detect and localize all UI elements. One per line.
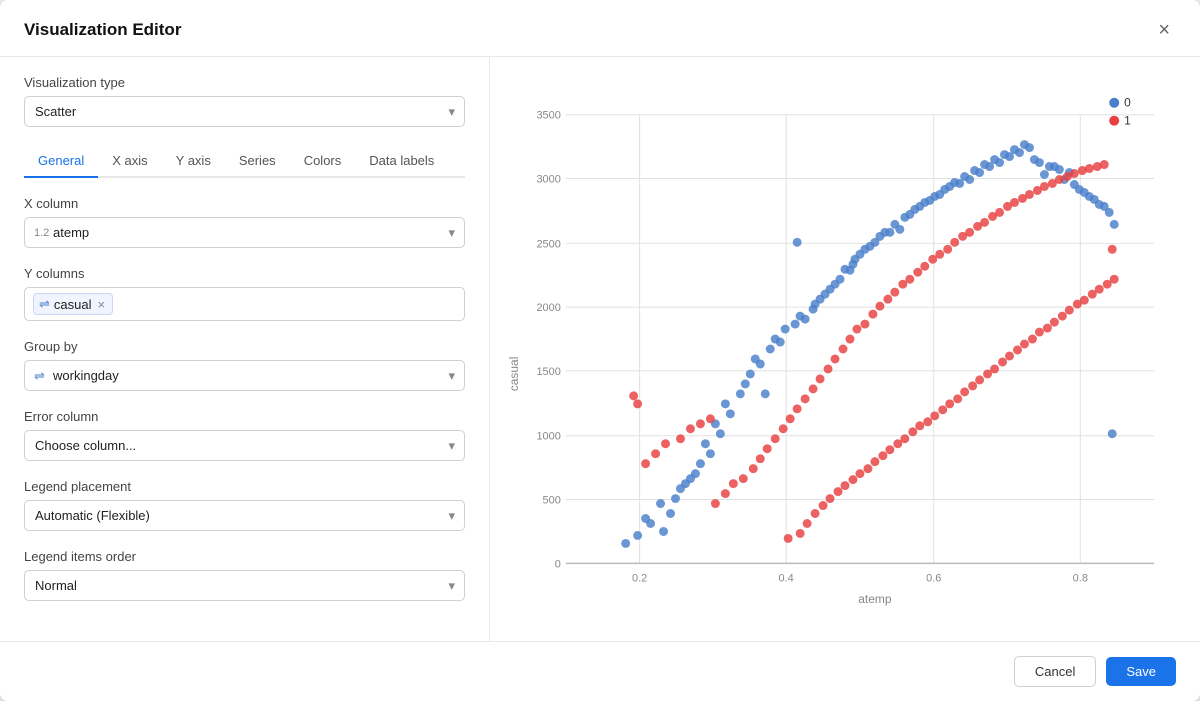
x-column-label: X column [24, 196, 465, 211]
svg-text:3000: 3000 [536, 173, 560, 185]
dialog-footer: Cancel Save [0, 641, 1200, 701]
save-button[interactable]: Save [1106, 657, 1176, 686]
svg-text:2000: 2000 [536, 302, 560, 314]
y-columns-label: Y columns [24, 266, 465, 281]
svg-text:2500: 2500 [536, 238, 560, 250]
error-column-select[interactable]: Choose column... [24, 430, 465, 461]
tab-colors[interactable]: Colors [290, 145, 356, 178]
svg-text:0: 0 [1124, 96, 1131, 110]
cancel-button[interactable]: Cancel [1014, 656, 1096, 687]
svg-text:casual: casual [507, 357, 521, 392]
y-columns-input[interactable]: ⇌ casual × [24, 287, 465, 321]
group-by-select[interactable]: workingday [24, 360, 465, 391]
x-column-row: atemp 1.2 ▾ [24, 217, 465, 248]
dialog-title: Visualization Editor [24, 20, 181, 40]
tabs-bar: General X axis Y axis Series Colors Data… [24, 145, 465, 178]
svg-text:1500: 1500 [536, 366, 560, 378]
visualization-editor-dialog: Visualization Editor × Visualization typ… [0, 0, 1200, 701]
legend-placement-row: Automatic (Flexible) ▾ [24, 500, 465, 531]
error-column-label: Error column [24, 409, 465, 424]
svg-text:1: 1 [1124, 114, 1131, 128]
tab-series[interactable]: Series [225, 145, 290, 178]
y-column-tag: ⇌ casual × [33, 293, 113, 315]
legend-placement-label: Legend placement [24, 479, 465, 494]
viz-type-select[interactable]: Scatter [24, 96, 465, 127]
error-column-row: Choose column... ▾ [24, 430, 465, 461]
group-by-row: workingday ⇌ ▾ [24, 360, 465, 391]
group-by-label: Group by [24, 339, 465, 354]
svg-text:3500: 3500 [536, 110, 560, 122]
tab-y-axis[interactable]: Y axis [162, 145, 225, 178]
dialog-body: Visualization type Scatter ▾ General X a… [0, 57, 1200, 641]
tab-x-axis[interactable]: X axis [98, 145, 161, 178]
tab-data-labels[interactable]: Data labels [355, 145, 448, 178]
chart-container: 0 1 casual atemp [506, 69, 1184, 629]
tag-label: casual [54, 297, 92, 312]
svg-text:500: 500 [543, 495, 561, 507]
left-panel: Visualization type Scatter ▾ General X a… [0, 57, 490, 641]
svg-text:1000: 1000 [536, 431, 560, 443]
svg-text:0.4: 0.4 [779, 572, 794, 584]
tag-remove-button[interactable]: × [97, 297, 105, 312]
svg-text:0: 0 [555, 558, 561, 570]
legend-order-row: Normal ▾ [24, 570, 465, 601]
right-panel: 0 1 casual atemp [490, 57, 1200, 641]
legend-order-label: Legend items order [24, 549, 465, 564]
svg-text:0.2: 0.2 [632, 572, 647, 584]
tag-type-icon: ⇌ [39, 296, 50, 312]
svg-text:0.6: 0.6 [926, 572, 941, 584]
viz-type-label: Visualization type [24, 75, 465, 90]
dialog-header: Visualization Editor × [0, 0, 1200, 57]
tab-general[interactable]: General [24, 145, 98, 178]
svg-text:0.8: 0.8 [1073, 572, 1088, 584]
scatter-chart: 0 1 casual atemp [506, 69, 1184, 629]
x-column-select[interactable]: atemp [24, 217, 465, 248]
svg-text:atemp: atemp [858, 592, 892, 606]
legend-placement-select[interactable]: Automatic (Flexible) [24, 500, 465, 531]
viz-type-row: Scatter ▾ [24, 96, 465, 127]
legend-order-select[interactable]: Normal [24, 570, 465, 601]
close-button[interactable]: × [1152, 18, 1176, 42]
